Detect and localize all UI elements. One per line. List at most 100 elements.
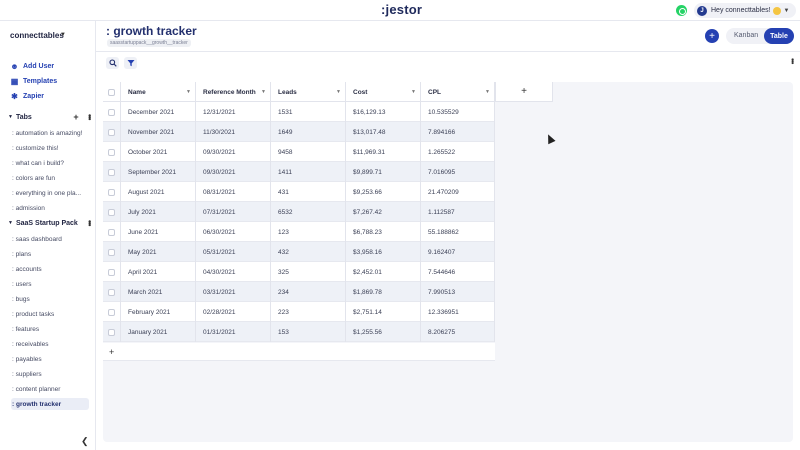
- chevron-down-icon[interactable]: ▼: [485, 89, 490, 95]
- table-cell[interactable]: June 2021: [121, 222, 196, 242]
- sidebar-link-zapier[interactable]: ✱ Zapier: [10, 90, 44, 102]
- add-tab-icon[interactable]: +: [71, 112, 81, 122]
- app-logo[interactable]: :jestor: [381, 2, 422, 17]
- table-row[interactable]: September 2021 09/30/2021 1411 $9,899.71…: [103, 162, 495, 182]
- table-cell[interactable]: $9,899.71: [346, 162, 421, 182]
- chevron-down-icon[interactable]: ▼: [186, 89, 191, 95]
- tabs-section-header[interactable]: ▼ Tabs + •••: [8, 111, 94, 123]
- row-checkbox[interactable]: [108, 288, 115, 296]
- table-cell[interactable]: 9458: [271, 142, 346, 162]
- table-cell[interactable]: 12.336951: [421, 302, 495, 322]
- sidebar-link-add-user[interactable]: ☻ Add User: [10, 60, 54, 72]
- sidebar-item-accounts[interactable]: : accounts: [11, 263, 89, 275]
- sidebar-item-automation[interactable]: : automation is amazing!: [11, 127, 89, 139]
- row-checkbox[interactable]: [108, 108, 115, 116]
- table-cell[interactable]: 05/31/2021: [196, 242, 271, 262]
- search-button[interactable]: [106, 57, 119, 69]
- table-cell[interactable]: 10.535529: [421, 102, 495, 122]
- chevron-down-icon[interactable]: ▼: [60, 32, 66, 38]
- sidebar-item-what-can-i-build[interactable]: : what can i build?: [11, 157, 89, 169]
- column-header-cost[interactable]: Cost ▼: [346, 82, 421, 102]
- column-header-name[interactable]: Name ▼: [121, 82, 196, 102]
- table-cell[interactable]: 8.206275: [421, 322, 495, 342]
- table-cell[interactable]: December 2021: [121, 102, 196, 122]
- sidebar-item-bugs[interactable]: : bugs: [11, 293, 89, 305]
- table-cell[interactable]: 1531: [271, 102, 346, 122]
- chevron-down-icon[interactable]: ▼: [261, 89, 266, 95]
- column-header-leads[interactable]: Leads ▼: [271, 82, 346, 102]
- table-row[interactable]: August 2021 08/31/2021 431 $9,253.66 21.…: [103, 182, 495, 202]
- row-checkbox[interactable]: [108, 128, 115, 136]
- row-checkbox[interactable]: [108, 268, 115, 276]
- sidebar-item-features[interactable]: : features: [11, 323, 89, 335]
- table-cell[interactable]: 12/31/2021: [196, 102, 271, 122]
- table-cell[interactable]: 223: [271, 302, 346, 322]
- table-cell[interactable]: $6,788.23: [346, 222, 421, 242]
- table-cell[interactable]: 06/30/2021: [196, 222, 271, 242]
- table-cell[interactable]: 431: [271, 182, 346, 202]
- pack-section-header[interactable]: ▼ SaaS Startup Pack •••: [8, 217, 94, 229]
- sidebar-item-everything[interactable]: : everything in one pla...: [11, 187, 89, 199]
- more-options-icon[interactable]: •••: [788, 58, 797, 63]
- table-cell[interactable]: January 2021: [121, 322, 196, 342]
- row-checkbox[interactable]: [108, 248, 115, 256]
- more-options-icon[interactable]: •••: [85, 220, 94, 225]
- table-cell[interactable]: $3,958.16: [346, 242, 421, 262]
- chevron-down-icon[interactable]: ▼: [411, 89, 416, 95]
- chevron-down-icon[interactable]: ▼: [336, 89, 341, 95]
- sidebar-item-customize[interactable]: : customize this!: [11, 142, 89, 154]
- table-view-button[interactable]: Table: [764, 28, 794, 44]
- table-cell[interactable]: 1.112587: [421, 202, 495, 222]
- sidebar-item-payables[interactable]: : payables: [11, 353, 89, 365]
- sidebar-item-suppliers[interactable]: : suppliers: [11, 368, 89, 380]
- more-options-icon[interactable]: •••: [85, 114, 94, 119]
- table-cell[interactable]: 1.265522: [421, 142, 495, 162]
- table-cell[interactable]: 7.894166: [421, 122, 495, 142]
- row-checkbox[interactable]: [108, 188, 115, 196]
- table-row[interactable]: June 2021 06/30/2021 123 $6,788.23 55.18…: [103, 222, 495, 242]
- row-checkbox[interactable]: [108, 208, 115, 216]
- table-cell[interactable]: October 2021: [121, 142, 196, 162]
- table-cell[interactable]: $2,452.01: [346, 262, 421, 282]
- table-cell[interactable]: 153: [271, 322, 346, 342]
- table-cell[interactable]: $1,869.78: [346, 282, 421, 302]
- table-cell[interactable]: 55.188862: [421, 222, 495, 242]
- table-cell[interactable]: 234: [271, 282, 346, 302]
- table-cell[interactable]: $11,969.31: [346, 142, 421, 162]
- table-row[interactable]: October 2021 09/30/2021 9458 $11,969.31 …: [103, 142, 495, 162]
- table-cell[interactable]: September 2021: [121, 162, 196, 182]
- table-cell[interactable]: 08/31/2021: [196, 182, 271, 202]
- kanban-view-button[interactable]: Kanban: [734, 32, 758, 39]
- whatsapp-icon[interactable]: [676, 5, 687, 16]
- column-header-reference-month[interactable]: Reference Month ▼: [196, 82, 271, 102]
- table-cell[interactable]: 21.470209: [421, 182, 495, 202]
- table-cell[interactable]: 432: [271, 242, 346, 262]
- table-cell[interactable]: 7.016095: [421, 162, 495, 182]
- table-cell[interactable]: 7.544646: [421, 262, 495, 282]
- table-cell[interactable]: 09/30/2021: [196, 142, 271, 162]
- table-row[interactable]: November 2021 11/30/2021 1649 $13,017.48…: [103, 122, 495, 142]
- table-row[interactable]: July 2021 07/31/2021 6532 $7,267.42 1.11…: [103, 202, 495, 222]
- table-cell[interactable]: 04/30/2021: [196, 262, 271, 282]
- row-checkbox[interactable]: [108, 228, 115, 236]
- sidebar-item-growth-tracker[interactable]: : growth tracker: [11, 398, 89, 410]
- table-cell[interactable]: $7,267.42: [346, 202, 421, 222]
- user-menu[interactable]: J Hey connecttables! ▼: [694, 3, 796, 18]
- table-row[interactable]: March 2021 03/31/2021 234 $1,869.78 7.99…: [103, 282, 495, 302]
- sidebar-item-colors[interactable]: : colors are fun: [11, 172, 89, 184]
- filter-button[interactable]: [124, 57, 137, 69]
- column-header-cpl[interactable]: CPL ▼: [421, 82, 495, 102]
- table-row[interactable]: May 2021 05/31/2021 432 $3,958.16 9.1624…: [103, 242, 495, 262]
- sidebar-item-plans[interactable]: : plans: [11, 248, 89, 260]
- table-cell[interactable]: $9,253.66: [346, 182, 421, 202]
- table-cell[interactable]: 09/30/2021: [196, 162, 271, 182]
- table-cell[interactable]: August 2021: [121, 182, 196, 202]
- row-checkbox[interactable]: [108, 168, 115, 176]
- row-checkbox[interactable]: [108, 308, 115, 316]
- table-cell[interactable]: July 2021: [121, 202, 196, 222]
- select-all-checkbox[interactable]: [108, 88, 115, 96]
- table-row[interactable]: December 2021 12/31/2021 1531 $16,129.13…: [103, 102, 495, 122]
- add-record-button[interactable]: +: [705, 29, 719, 43]
- table-cell[interactable]: $13,017.48: [346, 122, 421, 142]
- table-cell[interactable]: 11/30/2021: [196, 122, 271, 142]
